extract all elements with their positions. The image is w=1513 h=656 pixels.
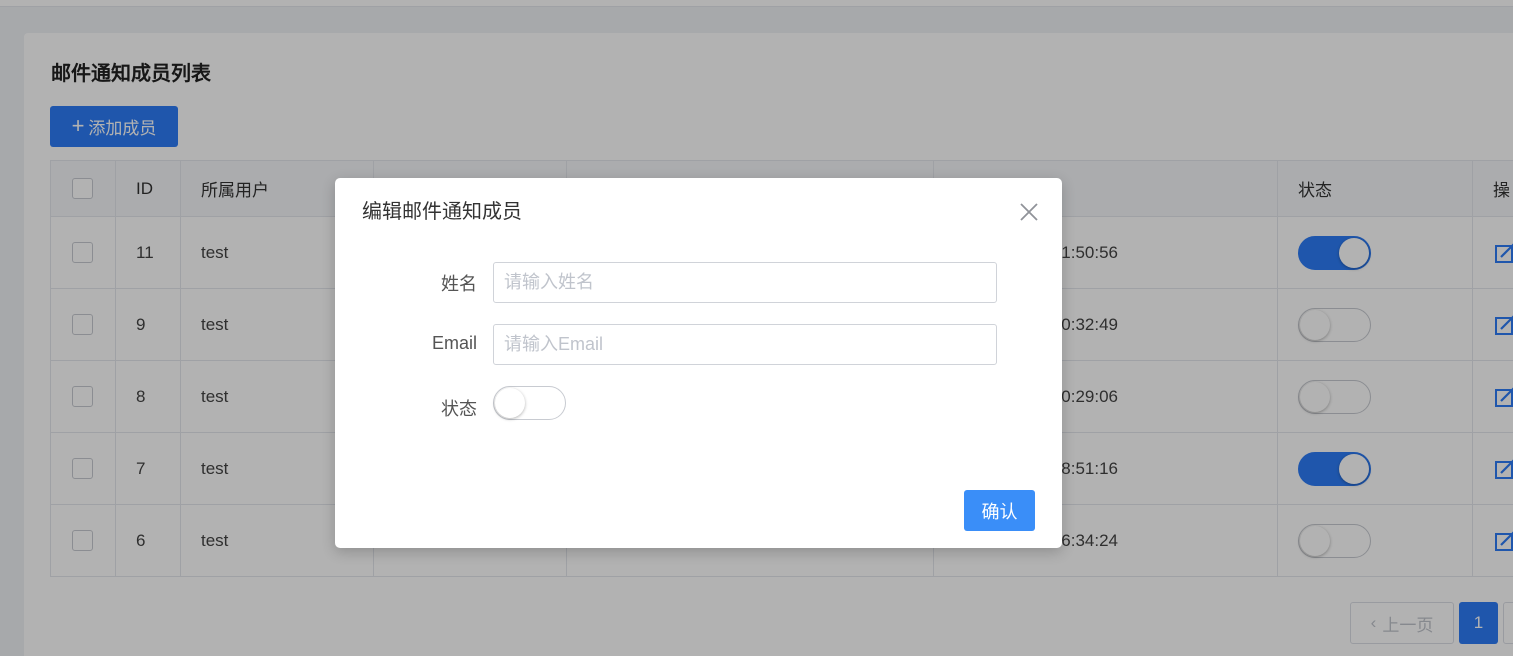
email-label: Email <box>431 333 477 353</box>
confirm-button[interactable]: 确认 <box>964 490 1035 531</box>
edit-member-dialog: 编辑邮件通知成员 姓名 Email 状态 确认 <box>335 178 1062 548</box>
status-label: 状态 <box>441 399 477 419</box>
name-input[interactable] <box>493 262 997 303</box>
dialog-title: 编辑邮件通知成员 <box>362 201 522 223</box>
email-input[interactable] <box>493 324 997 365</box>
toggle-knob <box>495 388 525 418</box>
close-icon[interactable] <box>1017 200 1041 224</box>
name-label: 姓名 <box>441 274 477 294</box>
status-toggle[interactable] <box>493 386 566 420</box>
